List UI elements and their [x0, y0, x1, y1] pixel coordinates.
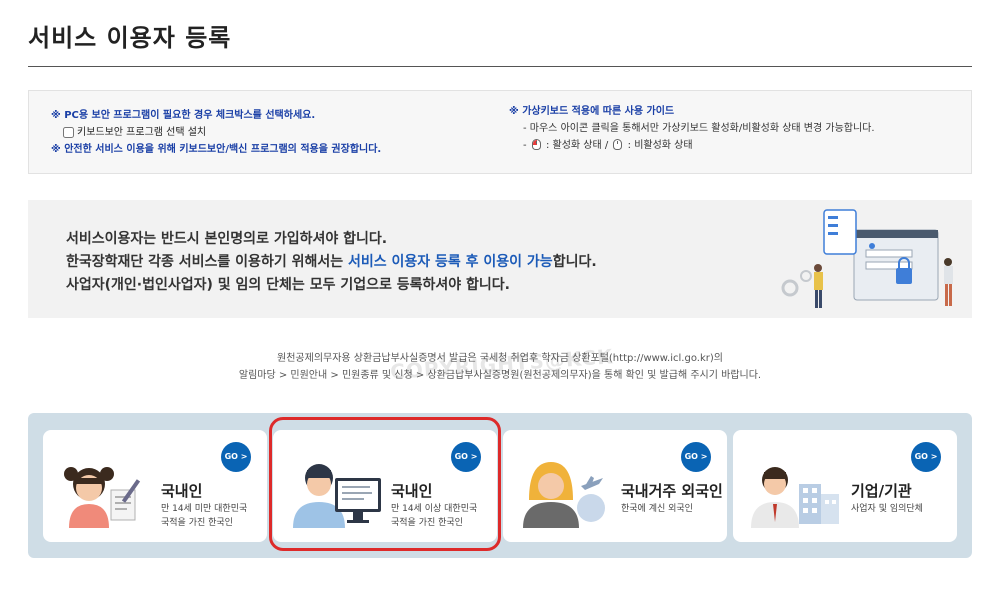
virtual-keyboard-guide-title: ※ 가상키보드 적용에 따른 사용 가이드	[509, 106, 675, 117]
business-icon	[751, 467, 839, 528]
card-description: 만 14세 미만 대한민국 국적을 가진 한국인	[161, 502, 247, 530]
registration-info-banner: 서비스이용자는 반드시 본인명의로 가입하셔야 합니다. 한국장학재단 각종 서…	[28, 200, 972, 318]
security-program-notice: ※ PC용 보안 프로그램이 필요한 경우 체크박스를 선택하세요.	[51, 110, 316, 121]
card-domestic-under-14[interactable]: GO > 국내인 만 14세 미만 대한민국 국적을 가진 한국인	[43, 430, 267, 542]
adult-computer-icon	[293, 464, 381, 528]
page-title: 서비스 이용자 등록	[28, 24, 232, 52]
card-description-line-2: 국적을 가진 한국인	[161, 518, 233, 528]
card-foreign-resident[interactable]: GO > 국내거주 외국인 한국에 계신 외국인	[503, 430, 727, 542]
keyboard-security-checkbox[interactable]	[63, 127, 74, 138]
keyboard-security-checkbox-label[interactable]: 키보드보안 프로그램 선택 설치	[77, 124, 206, 141]
info-line-2: 한국장학재단 각종 서비스를 이용하기 위해서는 서비스 이용자 등록 후 이용…	[66, 251, 597, 274]
virtual-keyboard-legend: - : 활성화 상태 / : 비활성화 상태	[509, 137, 875, 154]
mouse-active-icon	[531, 139, 541, 150]
info-line-1: 서비스이용자는 반드시 본인명의로 가입하셔야 합니다.	[66, 231, 388, 247]
security-notice-box: ※ PC용 보안 프로그램이 필요한 경우 체크박스를 선택하세요. 키보드보안…	[28, 90, 972, 174]
card-domestic-14-plus[interactable]: GO > 국내인 만 14세 이상 대한민국 국적을 가진 한국인	[273, 430, 497, 542]
card-description-line-2: 국적을 가진 한국인	[391, 518, 463, 528]
info-line-2-highlight: 서비스 이용자 등록 후 이용이 가능	[347, 254, 553, 270]
foreigner-icon	[523, 462, 605, 528]
child-icon	[64, 467, 141, 528]
title-divider	[28, 66, 972, 67]
go-button[interactable]: GO >	[221, 442, 251, 472]
virtual-keyboard-guide: ※ 가상키보드 적용에 따른 사용 가이드 - 마우스 아이콘 클릭을 통해서만…	[509, 103, 875, 154]
card-business-org[interactable]: GO > 기업/기관 사업자 및 임의단체	[733, 430, 957, 542]
mouse-inactive-icon	[613, 139, 623, 150]
go-button[interactable]: GO >	[681, 442, 711, 472]
card-description: 한국에 계신 외국인	[621, 502, 693, 516]
go-button[interactable]: GO >	[451, 442, 481, 472]
keyboard-security-checkbox-row[interactable]: 키보드보안 프로그램 선택 설치	[51, 124, 381, 141]
card-description: 만 14세 이상 대한민국 국적을 가진 한국인	[391, 502, 477, 530]
registration-info-text: 서비스이용자는 반드시 본인명의로 가입하셔야 합니다. 한국장학재단 각종 서…	[66, 228, 597, 297]
card-description-line-1: 만 14세 미만 대한민국	[161, 504, 248, 514]
virtual-keyboard-guide-line: - 마우스 아이콘 클릭을 통해서만 가상키보드 활성화/비활성화 상태 변경 …	[523, 123, 875, 134]
security-illustration	[781, 209, 953, 308]
info-line-3: 사업자(개인·법인사업자) 및 임의 단체는 모두 기업으로 등록하셔야 합니다…	[66, 277, 510, 293]
certificate-notice: 원천공제의무자용 상환금납부사실증명서 발급은 국세청 취업후 학자금 상환포털…	[0, 350, 1000, 384]
card-title: 국내인	[161, 482, 203, 500]
legend-inactive-label: : 비활성화 상태	[627, 140, 693, 151]
card-description-line-1: 사업자 및 임의단체	[851, 504, 923, 514]
go-button[interactable]: GO >	[911, 442, 941, 472]
card-title: 국내거주 외국인	[621, 482, 723, 500]
card-description-line-1: 한국에 계신 외국인	[621, 504, 693, 514]
security-notice-left: ※ PC용 보안 프로그램이 필요한 경우 체크박스를 선택하세요. 키보드보안…	[51, 107, 381, 158]
info-line-2-post: 합니다.	[552, 254, 597, 270]
info-line-2-pre: 한국장학재단 각종 서비스를 이용하기 위해서는	[66, 254, 348, 270]
certificate-notice-line-2: 알림마당 > 민원안내 > 민원종류 및 신청 > 상환금납부사실증명원(원천공…	[238, 370, 762, 381]
card-title: 기업/기관	[851, 482, 912, 500]
card-description: 사업자 및 임의단체	[851, 502, 923, 516]
legend-active-label: : 활성화 상태 /	[545, 140, 609, 151]
certificate-notice-line-1: 원천공제의무자용 상환금납부사실증명서 발급은 국세청 취업후 학자금 상환포털…	[277, 353, 723, 364]
card-title: 국내인	[391, 482, 433, 500]
legend-bullet: -	[523, 140, 527, 151]
card-description-line-1: 만 14세 이상 대한민국	[391, 504, 478, 514]
security-recommend-notice: ※ 안전한 서비스 이용을 위해 키보드보안/백신 프로그램의 적용을 권장합니…	[51, 144, 382, 155]
